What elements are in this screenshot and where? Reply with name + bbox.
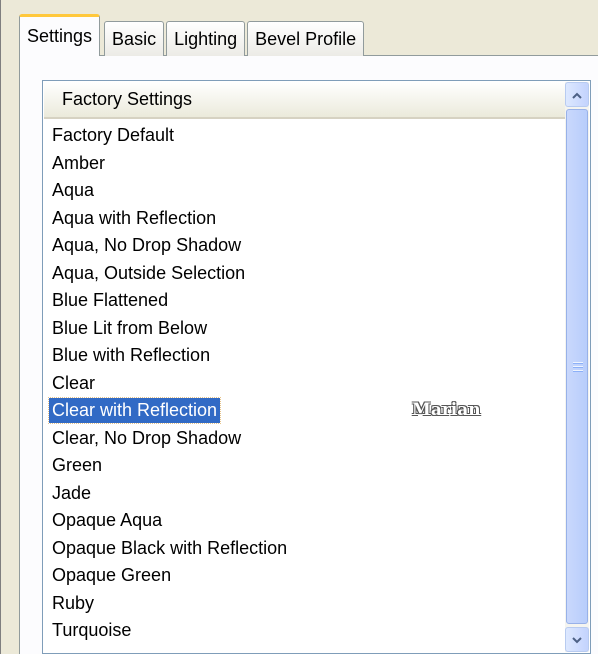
list-item[interactable]: Aqua, No Drop Shadow bbox=[49, 232, 567, 260]
tab-bevel-profile[interactable]: Bevel Profile bbox=[247, 21, 365, 56]
list-item[interactable]: Clear, No Drop Shadow bbox=[49, 425, 567, 453]
scroll-thumb[interactable] bbox=[566, 109, 588, 624]
scroll-up-button[interactable] bbox=[565, 82, 589, 107]
preset-list: Factory Default Amber Aqua Aqua with Reflec… bbox=[47, 122, 567, 645]
list-item-label: Clear, No Drop Shadow bbox=[52, 427, 242, 448]
list-item[interactable]: Opaque Aqua bbox=[49, 507, 567, 535]
vertical-scrollbar[interactable] bbox=[565, 82, 589, 652]
list-item[interactable]: Amber bbox=[49, 150, 567, 178]
list-item[interactable]: Blue Flattened bbox=[49, 287, 567, 315]
list-item-label: Green bbox=[52, 455, 103, 475]
list-item-label: Aqua with Reflection bbox=[52, 207, 217, 228]
tab-strip: Settings Basic Lighting Bevel Profile bbox=[19, 14, 366, 56]
list-item-label: Opaque Black with Reflection bbox=[52, 537, 288, 558]
list-item-label: Opaque Aqua bbox=[52, 510, 163, 530]
list-item-label: Ruby bbox=[52, 592, 95, 613]
list-item-label: Clear with Reflection bbox=[47, 397, 222, 424]
grip-icon bbox=[573, 361, 583, 374]
list-item[interactable]: Aqua with Reflection bbox=[49, 205, 567, 233]
list-item[interactable]: Blue Lit from Below bbox=[49, 315, 567, 343]
list-item[interactable]: Opaque Black with Reflection bbox=[49, 535, 567, 563]
chevron-down-icon bbox=[572, 633, 582, 647]
watermark-text: Marian bbox=[412, 400, 481, 420]
list-item-label: Turquoise bbox=[52, 620, 132, 640]
list-item-label: Blue Lit from Below bbox=[52, 317, 208, 338]
list-item-label: Clear bbox=[52, 372, 96, 393]
list-item[interactable]: Turquoise bbox=[49, 617, 567, 645]
list-item[interactable]: Aqua, Outside Selection bbox=[49, 260, 567, 288]
tab-lighting[interactable]: Lighting bbox=[166, 21, 246, 56]
list-item[interactable]: Clear with Reflection Marian bbox=[47, 397, 567, 425]
list-item[interactable]: Aqua bbox=[49, 177, 567, 205]
list-item-label: Jade bbox=[52, 482, 92, 503]
list-item-label: Amber bbox=[52, 152, 106, 173]
list-item[interactable]: Ruby bbox=[49, 590, 567, 618]
tab-basic[interactable]: Basic bbox=[104, 21, 165, 56]
list-item[interactable]: Green bbox=[49, 452, 567, 480]
tab-settings[interactable]: Settings bbox=[19, 14, 101, 56]
list-item-label: Aqua bbox=[52, 180, 95, 200]
list-item[interactable]: Clear bbox=[49, 370, 567, 398]
list-item-label: Blue Flattened bbox=[52, 290, 169, 310]
list-item[interactable]: Blue with Reflection bbox=[49, 342, 567, 370]
list-item-label: Aqua, Outside Selection bbox=[52, 262, 246, 283]
list-item-label: Blue with Reflection bbox=[52, 345, 211, 365]
scroll-down-button[interactable] bbox=[565, 627, 589, 652]
presets-listbox[interactable]: Factory Settings Factory Default Amber Aqu… bbox=[42, 80, 591, 654]
list-item[interactable]: Factory Default bbox=[49, 122, 567, 150]
list-item-label: Factory Default bbox=[52, 125, 175, 145]
list-header: Factory Settings bbox=[44, 82, 566, 119]
dialog-window: Settings Basic Lighting Bevel Profile Fa… bbox=[0, 0, 598, 654]
list-item-label: Aqua, No Drop Shadow bbox=[52, 235, 242, 255]
list-item[interactable]: Jade bbox=[49, 480, 567, 508]
list-item-label: Opaque Green bbox=[52, 565, 172, 585]
list-item[interactable]: Opaque Green bbox=[49, 562, 567, 590]
chevron-up-icon bbox=[572, 88, 582, 102]
